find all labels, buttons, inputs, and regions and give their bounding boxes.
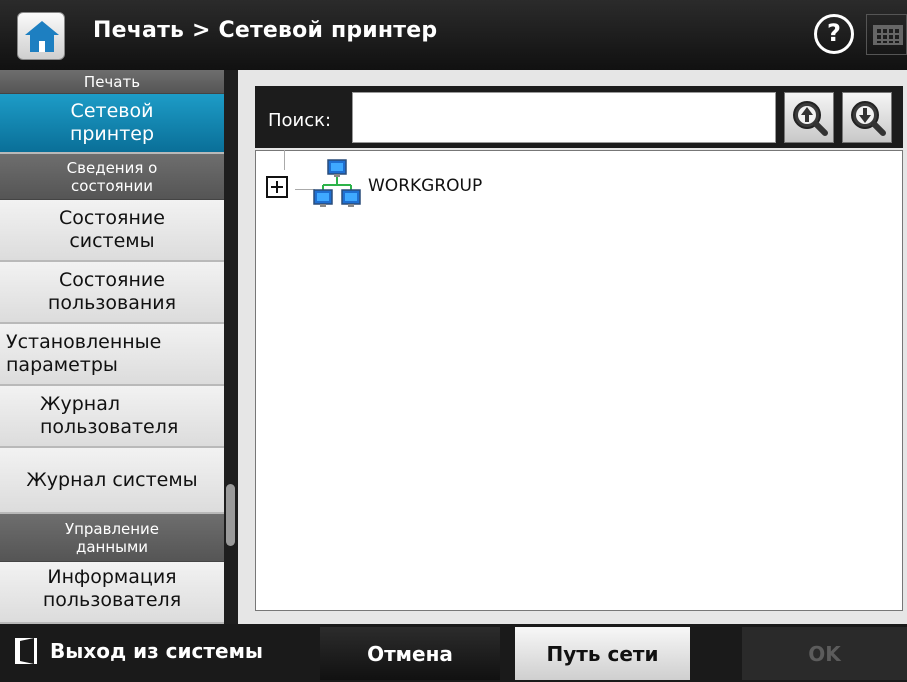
home-button[interactable] bbox=[17, 12, 65, 60]
network-icon bbox=[313, 159, 361, 207]
sidebar-item-network-printer[interactable]: Сетевой принтер bbox=[0, 94, 224, 154]
sidebar-scroll-thumb[interactable] bbox=[226, 484, 235, 546]
ok-button[interactable]: OK bbox=[742, 627, 907, 680]
sidebar: Печать Сетевой принтер Сведения о состоя… bbox=[0, 70, 224, 624]
network-path-button[interactable]: Путь сети bbox=[515, 627, 690, 680]
sidebar-item-system-status[interactable]: Состояние системы bbox=[0, 200, 224, 262]
title-bar: Печать > Сетевой принтер ? bbox=[0, 0, 907, 70]
sidebar-item-settings[interactable]: Установленные параметры bbox=[0, 324, 224, 386]
sidebar-item-user-log[interactable]: Журнал пользователя bbox=[0, 386, 224, 448]
help-icon: ? bbox=[827, 19, 841, 47]
search-input[interactable] bbox=[352, 92, 776, 143]
logout-button[interactable]: Выход из системы bbox=[14, 637, 263, 665]
search-up-button[interactable] bbox=[784, 92, 834, 143]
network-tree bbox=[255, 150, 903, 611]
keyboard-button[interactable] bbox=[866, 14, 907, 55]
cancel-button[interactable]: Отмена bbox=[320, 627, 500, 680]
search-up-icon bbox=[793, 101, 828, 136]
search-down-button[interactable] bbox=[842, 92, 892, 143]
sidebar-category-print: Печать bbox=[0, 70, 224, 94]
logout-door-icon bbox=[15, 638, 37, 664]
tree-connector bbox=[295, 189, 315, 190]
page-title: Печать > Сетевой принтер bbox=[93, 18, 438, 43]
search-label: Поиск: bbox=[268, 110, 332, 131]
tree-connector bbox=[284, 150, 285, 170]
keyboard-icon bbox=[873, 25, 903, 45]
sidebar-item-usage-status[interactable]: Состояние пользования bbox=[0, 262, 224, 324]
sidebar-category-data-management: Управление данными bbox=[0, 514, 224, 562]
tree-node-workgroup[interactable]: WORKGROUP bbox=[368, 176, 482, 196]
help-button[interactable]: ? bbox=[814, 14, 854, 54]
search-down-icon bbox=[851, 101, 886, 136]
sidebar-item-system-log[interactable]: Журнал системы bbox=[0, 448, 224, 514]
expand-icon[interactable] bbox=[266, 176, 288, 198]
sidebar-category-status-info: Сведения о состоянии bbox=[0, 154, 224, 200]
sidebar-item-user-info[interactable]: Информация пользователя bbox=[0, 562, 224, 624]
